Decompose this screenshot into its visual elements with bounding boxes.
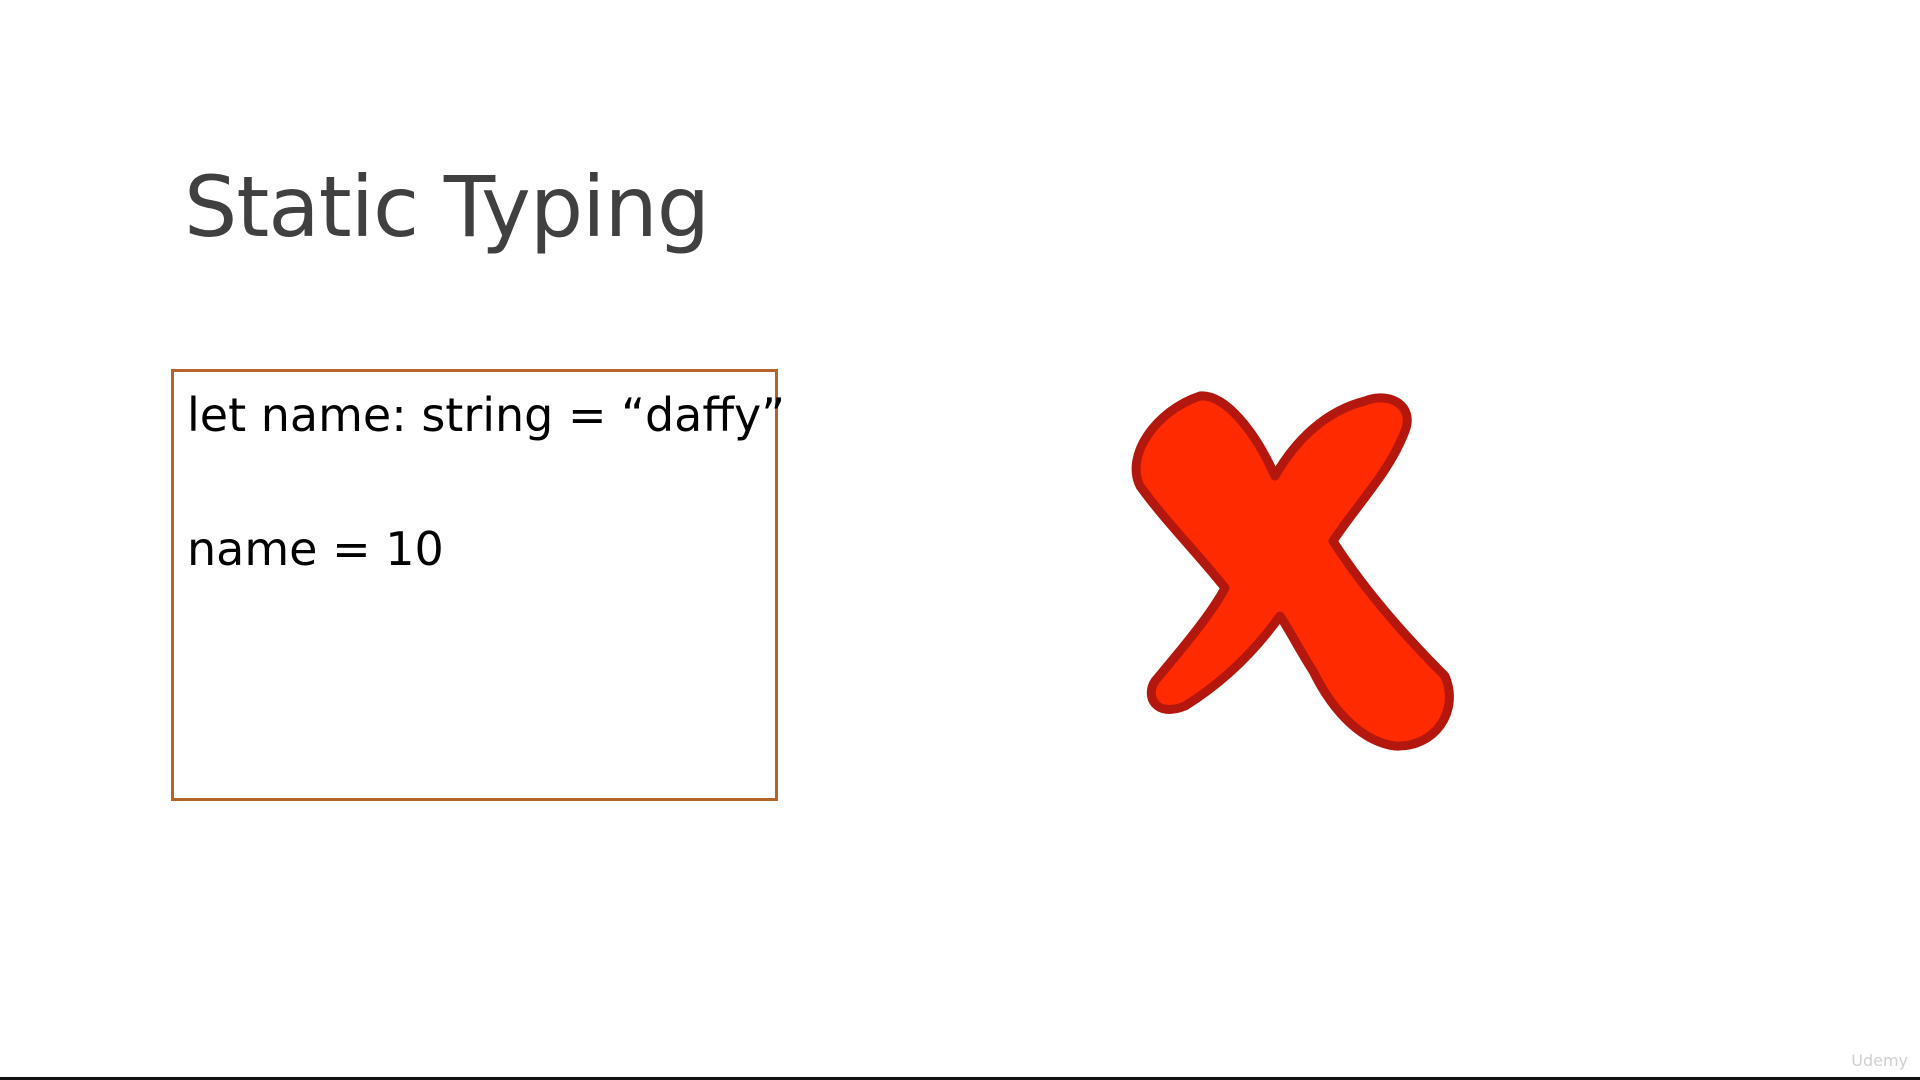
- code-line-assignment: name = 10: [187, 522, 444, 576]
- code-example-box: let name: string = “daffy” name = 10: [171, 369, 785, 801]
- presentation-slide: Static Typing let name: string = “daffy”…: [0, 0, 1920, 1080]
- udemy-watermark: Udemy: [1851, 1051, 1908, 1070]
- slide-title: Static Typing: [184, 158, 710, 256]
- cross-mark-shape: [1131, 391, 1454, 751]
- cross-mark-icon: [1131, 391, 1454, 751]
- code-line-declaration: let name: string = “daffy”: [187, 388, 786, 442]
